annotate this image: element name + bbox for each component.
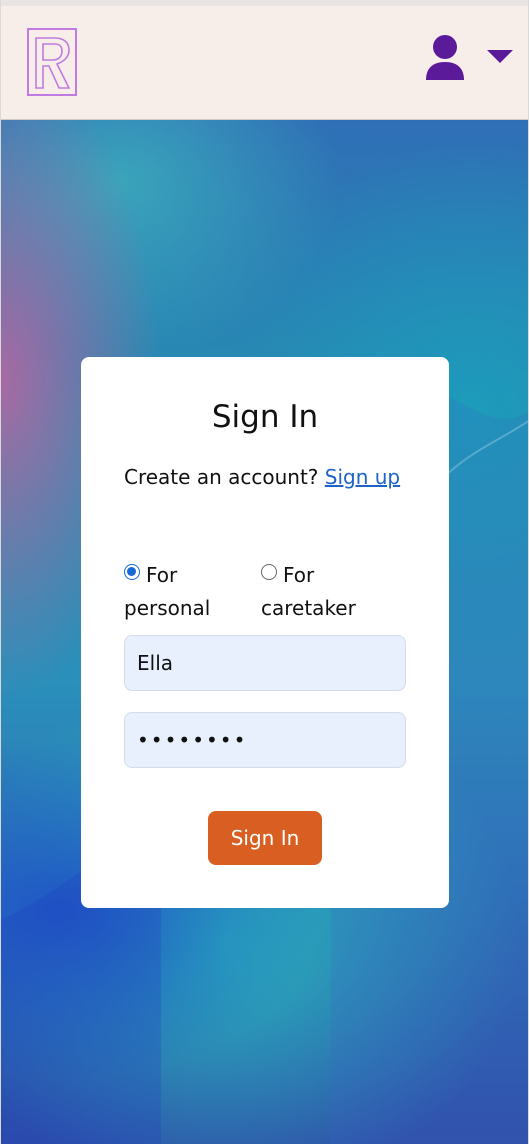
top-navbar bbox=[1, 0, 528, 120]
radio-for-personal[interactable]: For personal bbox=[124, 559, 244, 625]
password-input[interactable]: •••••••• bbox=[124, 712, 406, 768]
sign-up-link[interactable]: Sign up bbox=[325, 465, 400, 489]
radio-button[interactable] bbox=[261, 564, 277, 580]
create-account-prompt: Create an account? Sign up bbox=[124, 461, 414, 494]
background-image: Sign In Create an account? Sign up For p… bbox=[1, 120, 528, 1144]
user-menu[interactable] bbox=[423, 34, 515, 84]
create-account-text: Create an account? bbox=[124, 465, 319, 489]
sign-in-card: Sign In Create an account? Sign up For p… bbox=[81, 357, 449, 908]
r-logo-icon[interactable] bbox=[27, 28, 77, 96]
sign-in-button[interactable]: Sign In bbox=[208, 811, 322, 865]
app-frame: Sign In Create an account? Sign up For p… bbox=[0, 0, 529, 1144]
user-icon bbox=[426, 35, 464, 80]
radio-for-caretaker[interactable]: For caretaker bbox=[261, 559, 381, 625]
page-title: Sign In bbox=[211, 399, 319, 435]
radio-button-checked[interactable] bbox=[124, 564, 140, 580]
caret-down-icon bbox=[487, 50, 513, 63]
username-input[interactable]: Ella bbox=[124, 635, 406, 691]
